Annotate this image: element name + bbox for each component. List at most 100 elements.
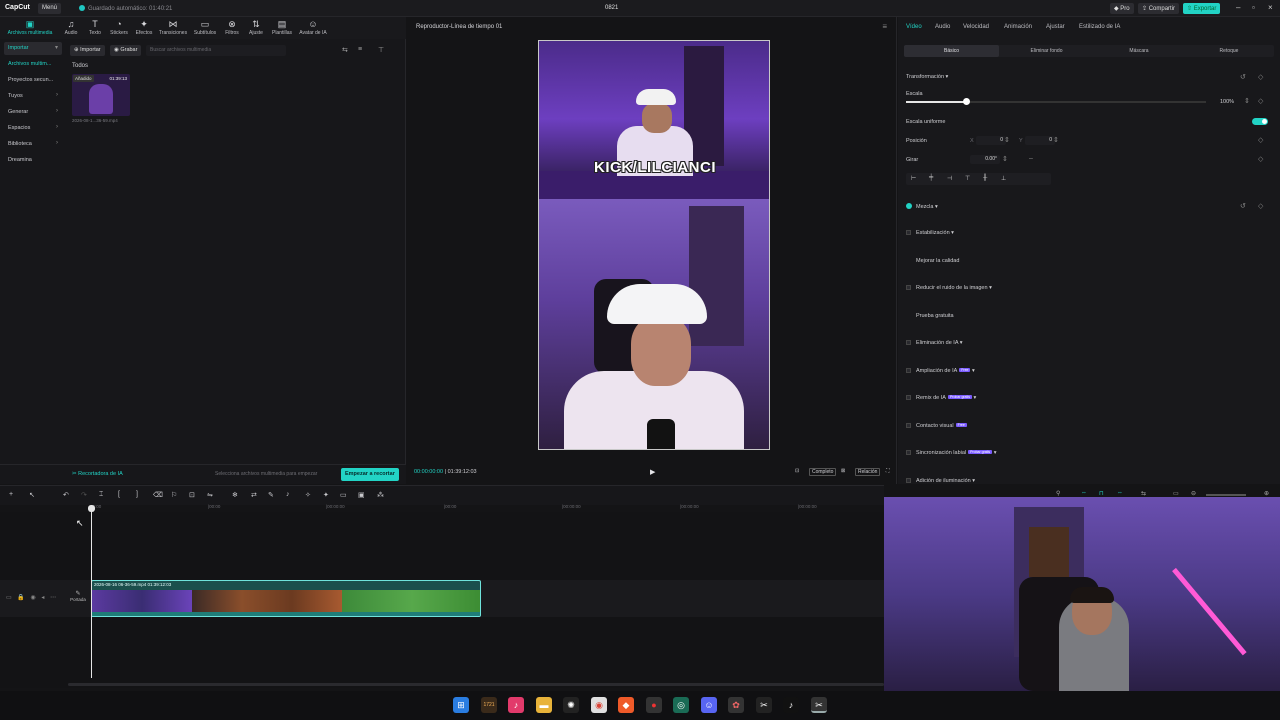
pos-x-input[interactable]: 0 bbox=[976, 136, 1006, 145]
sidebar-item-library[interactable]: Biblioteca › bbox=[4, 138, 62, 151]
export-button[interactable]: ⇧ Exportar bbox=[1183, 3, 1221, 14]
crop-icon[interactable]: ⊡ bbox=[795, 468, 799, 474]
pen-icon[interactable]: ✎ bbox=[268, 491, 274, 499]
sidebar-item-spaces[interactable]: Espacios › bbox=[4, 122, 62, 135]
ai-expand-section[interactable]: Ampliación de IA Free ▾ bbox=[906, 368, 975, 374]
reverse-icon[interactable]: ⇄ bbox=[251, 491, 257, 499]
magnet-icon[interactable]: ⊓ bbox=[1099, 490, 1104, 497]
audio-icon[interactable]: ◂ bbox=[41, 595, 44, 601]
tab-speed[interactable]: Velocidad bbox=[963, 24, 989, 30]
tool-subtitles[interactable]: ▭ Subtítulos bbox=[190, 19, 220, 36]
stepper-icon[interactable]: ⇕ bbox=[1002, 155, 1008, 163]
ai-removal-section[interactable]: Eliminación de IA ▾ bbox=[906, 340, 963, 346]
lip-sync-section[interactable]: Sincronización labial Probar gratis ▾ bbox=[906, 450, 996, 456]
eye-contact-section[interactable]: Contacto visual Free bbox=[906, 423, 967, 429]
subtab-retouch[interactable]: Retoque bbox=[1184, 45, 1274, 57]
magic-icon[interactable]: ✧ bbox=[305, 491, 311, 499]
chatgpt-icon[interactable]: ✺ bbox=[563, 697, 579, 713]
marker-icon[interactable]: ⚐ bbox=[171, 491, 177, 499]
tiktok-studio-icon[interactable]: ♪ bbox=[508, 697, 524, 713]
capcut-active-icon[interactable]: ✂ bbox=[811, 697, 827, 713]
transform-section[interactable]: Transformación ▾ bbox=[906, 74, 948, 80]
capcut-icon[interactable]: ✂ bbox=[756, 697, 772, 713]
play-icon[interactable]: ▶ bbox=[650, 468, 655, 476]
windows-icon[interactable]: ⊞ bbox=[453, 697, 469, 713]
subtitle-tool-icon[interactable]: ▭ bbox=[340, 491, 347, 499]
split-left-icon[interactable]: [ bbox=[118, 491, 120, 498]
pro-button[interactable]: ◆ Pro bbox=[1110, 3, 1134, 14]
start-trim-button[interactable]: Empezar a recortar bbox=[341, 468, 399, 481]
wand-icon[interactable]: ✦ bbox=[323, 491, 329, 499]
tool-effects[interactable]: ✦ Efectos bbox=[129, 19, 159, 36]
redo-icon[interactable]: ↷ bbox=[81, 491, 87, 499]
tab-ai-style[interactable]: Estilizado de IA bbox=[1079, 24, 1120, 30]
view-toggle-icon[interactable]: ⇆ bbox=[342, 46, 348, 54]
stabilize-section[interactable]: Estabilización ▾ bbox=[906, 230, 954, 236]
menu-button[interactable]: Menú bbox=[38, 3, 62, 14]
keyframe-icon[interactable]: ◇ bbox=[1258, 155, 1263, 163]
align-left-icon[interactable]: ⊢ bbox=[911, 175, 916, 182]
ai-remix-section[interactable]: Remix de IA Probar gratis ▾ bbox=[906, 395, 976, 401]
preview-axis-icon[interactable]: ⇆ bbox=[1141, 490, 1146, 497]
scale-value[interactable]: 100% bbox=[1220, 99, 1234, 105]
align-top-icon[interactable]: ⊤ bbox=[965, 175, 970, 182]
settings-icon[interactable]: ✿ bbox=[728, 697, 744, 713]
align-bottom-icon[interactable]: ⊥ bbox=[1001, 175, 1006, 182]
keyframe-icon[interactable]: ◇ bbox=[1258, 136, 1263, 144]
maximize-icon[interactable]: ▫ bbox=[1252, 3, 1255, 12]
split-right-icon[interactable]: ] bbox=[136, 491, 138, 498]
minimize-icon[interactable]: – bbox=[1236, 3, 1240, 12]
tool-transitions[interactable]: ⋈ Transiciones bbox=[158, 19, 188, 36]
time-ruler[interactable]: 00:00 |00:00 |00:00:00 |00:00 |00:00:00 … bbox=[90, 504, 884, 512]
keyframe-icon[interactable]: ◇ bbox=[1258, 73, 1263, 81]
keyframe-icon[interactable]: ◇ bbox=[1258, 202, 1263, 210]
align-right-icon[interactable]: ⊣ bbox=[947, 175, 952, 182]
ai-tool-icon[interactable]: ⁂ bbox=[377, 491, 384, 499]
tiktok-icon[interactable]: ♪ bbox=[783, 697, 799, 713]
rotate-input[interactable]: 0.00° bbox=[970, 155, 1000, 164]
sidebar-item-yours[interactable]: Tuyos › bbox=[4, 90, 62, 103]
media-thumbnail[interactable]: Añadido 01:39:13 bbox=[72, 74, 130, 116]
zoom-slider[interactable] bbox=[1206, 494, 1246, 496]
filter-icon[interactable]: ⊤ bbox=[378, 46, 384, 54]
lighting-section[interactable]: Adición de iluminación ▾ bbox=[906, 478, 975, 484]
sidebar-item-media[interactable]: Archivos multim... bbox=[4, 58, 62, 71]
sidebar-item-dreamina[interactable]: Dreamina bbox=[4, 154, 62, 167]
tool-ai-avatar[interactable]: ☺ Avatar de IA bbox=[296, 19, 330, 36]
close-icon[interactable]: × bbox=[1268, 3, 1273, 12]
pos-y-input[interactable]: 0 bbox=[1025, 136, 1055, 145]
lock-icon[interactable]: 🔒 bbox=[17, 595, 24, 601]
reset-icon[interactable]: ↺ bbox=[1240, 202, 1246, 210]
image-icon[interactable]: ▣ bbox=[358, 491, 365, 499]
link-icon[interactable]: ⇔ bbox=[1081, 490, 1087, 496]
audio-split-icon[interactable]: ♪ bbox=[286, 491, 290, 498]
cover-button[interactable]: ✎ Portada bbox=[68, 590, 88, 602]
discord-icon[interactable]: ☺ bbox=[701, 697, 717, 713]
tab-video[interactable]: Vídeo bbox=[906, 24, 922, 30]
align-center-icon[interactable]: ╪ bbox=[929, 175, 933, 181]
uniform-scale-toggle[interactable] bbox=[1252, 118, 1268, 125]
ratio-button[interactable]: Relación bbox=[855, 468, 881, 476]
record-button[interactable]: ◉ Grabar bbox=[110, 45, 142, 56]
blend-section[interactable]: Mezcla ▾ bbox=[906, 203, 938, 210]
subtab-basic[interactable]: Básico bbox=[904, 45, 999, 57]
more-icon[interactable]: ⋯ bbox=[50, 595, 56, 601]
timeline-scrollbar[interactable] bbox=[68, 683, 884, 686]
flip-icon[interactable]: – bbox=[1029, 155, 1033, 162]
align-middle-icon[interactable]: ╫ bbox=[983, 175, 987, 181]
undo-icon[interactable]: ↶ bbox=[63, 491, 69, 499]
noise-reduction-section[interactable]: Reducir el ruido de la imagen ▾ bbox=[906, 285, 992, 291]
crop-icon[interactable]: ⊡ bbox=[189, 491, 195, 499]
track-toggle-icon[interactable]: ▭ bbox=[6, 595, 12, 601]
sidebar-item-generate[interactable]: Generar › bbox=[4, 106, 62, 119]
tool-templates[interactable]: ▤ Plantillas bbox=[267, 19, 297, 36]
fullscreen-icon[interactable]: ⊠ bbox=[841, 468, 845, 474]
subtab-remove-bg[interactable]: Eliminar fondo bbox=[999, 45, 1094, 57]
sort-icon[interactable]: ≡ bbox=[358, 46, 362, 53]
app-red-icon[interactable]: ● bbox=[646, 697, 662, 713]
brave-icon[interactable]: ◆ bbox=[618, 697, 634, 713]
visibility-icon[interactable]: ◉ bbox=[31, 595, 36, 601]
split-icon[interactable]: ⌶ bbox=[99, 491, 103, 499]
delete-icon[interactable]: ⌫ bbox=[153, 491, 163, 499]
add-track-icon[interactable]: + bbox=[9, 491, 13, 498]
